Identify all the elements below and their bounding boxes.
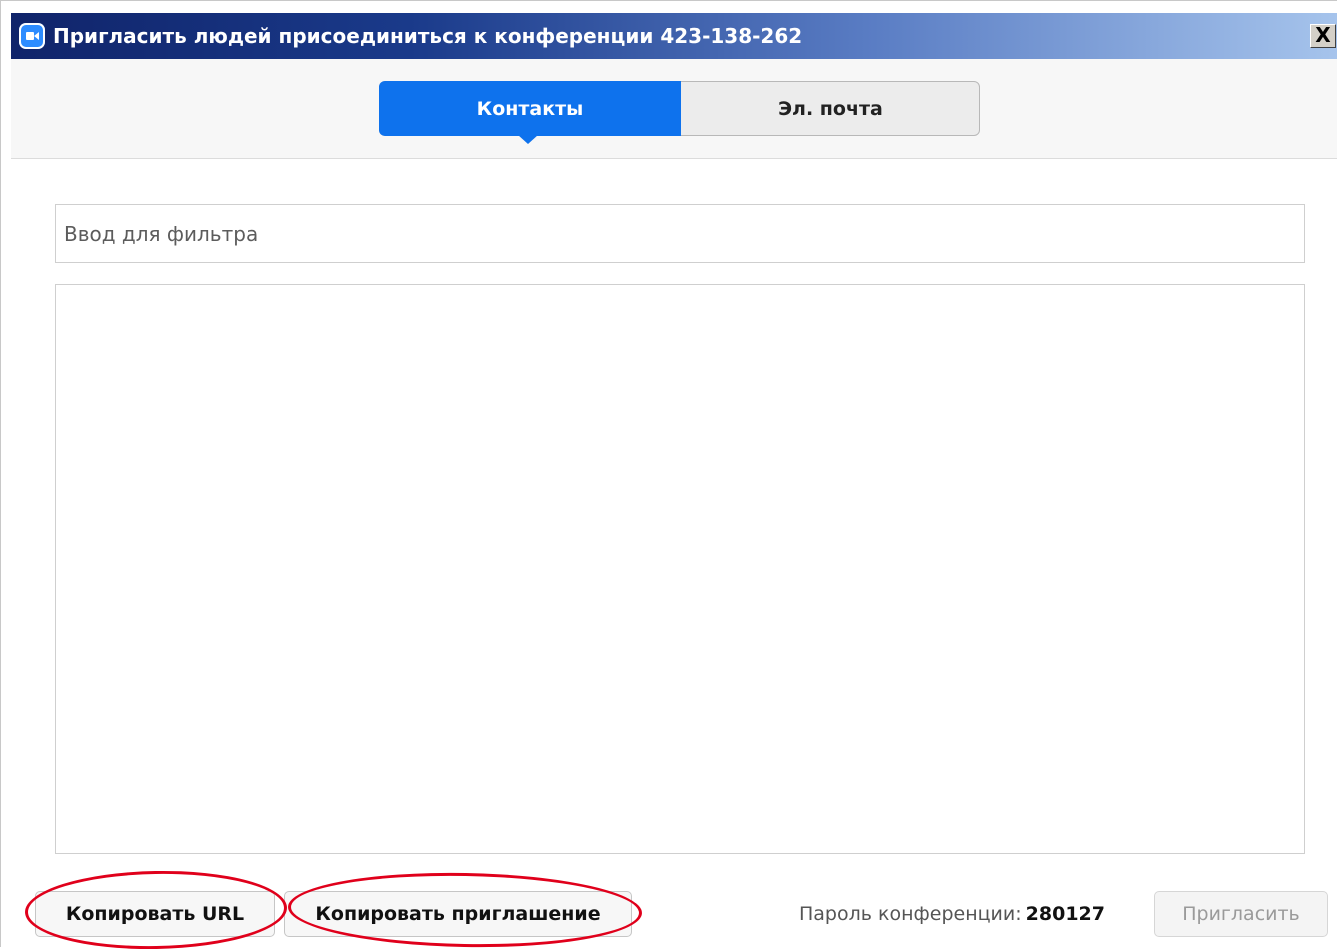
footer: Копировать URL Копировать приглашение Па… — [11, 868, 1337, 951]
filter-input[interactable] — [55, 204, 1305, 263]
invite-dialog: Пригласить людей присоединиться к конфер… — [0, 0, 1337, 951]
zoom-camera-icon — [19, 23, 45, 49]
tab-contacts-label: Контакты — [476, 97, 584, 120]
close-button[interactable]: X — [1310, 24, 1336, 48]
password-value: 280127 — [1025, 903, 1105, 925]
invite-button[interactable]: Пригласить — [1154, 891, 1328, 937]
copy-invitation-button[interactable]: Копировать приглашение — [284, 891, 632, 937]
active-tab-pointer — [518, 135, 538, 144]
segmented-control: Контакты Эл. почта — [379, 81, 980, 144]
copy-url-button[interactable]: Копировать URL — [35, 891, 275, 937]
title-bar[interactable]: Пригласить людей присоединиться к конфер… — [11, 13, 1337, 59]
tab-bar: Контакты Эл. почта — [11, 59, 1337, 159]
window-title: Пригласить людей присоединиться к конфер… — [53, 24, 803, 48]
tab-contacts[interactable]: Контакты — [379, 81, 681, 144]
meeting-password: Пароль конференции: 280127 — [799, 903, 1105, 925]
contacts-list[interactable] — [55, 284, 1305, 854]
password-label: Пароль конференции: — [799, 903, 1022, 925]
tab-email-label: Эл. почта — [778, 97, 883, 120]
tab-email[interactable]: Эл. почта — [681, 81, 980, 136]
